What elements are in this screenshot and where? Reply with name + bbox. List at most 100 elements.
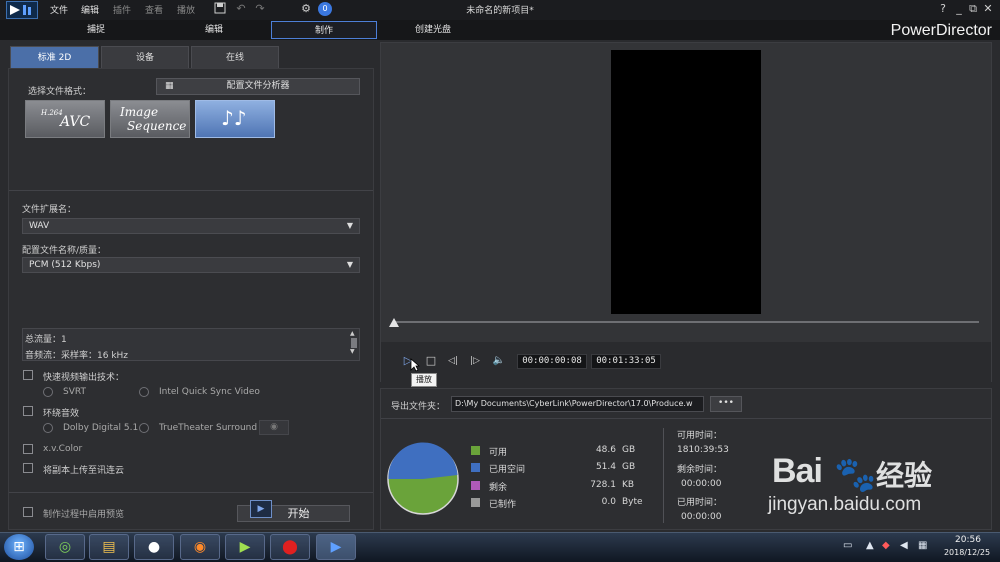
app-logo xyxy=(6,1,38,19)
profile-analyzer-button[interactable]: ▦ 配置文件分析器 xyxy=(156,78,360,95)
current-timecode[interactable]: 00:00:00:08 xyxy=(517,354,587,369)
tray-arrow-icon[interactable]: ▲ xyxy=(866,540,874,551)
available-time-value: 1810:39:53 xyxy=(677,445,729,455)
legend-value: 728.1 xyxy=(590,480,616,490)
legend-swatch xyxy=(471,446,480,455)
info-scrollbar[interactable]: ▲ ▼ xyxy=(350,330,358,360)
clock-date[interactable]: 2018/12/25 xyxy=(938,548,996,557)
dolby-radio[interactable] xyxy=(43,423,53,433)
tab-produce[interactable]: 制作 xyxy=(271,21,377,39)
play-tooltip: 播放 xyxy=(411,373,437,387)
windows-start-icon[interactable]: ⊞ xyxy=(4,534,34,560)
menu-plugins[interactable]: 插件 xyxy=(113,3,131,16)
output-path-field[interactable]: D:\My Documents\CyberLink\PowerDirector\… xyxy=(451,396,704,412)
legend-swatch xyxy=(471,481,480,490)
menu-file[interactable]: 文件 xyxy=(50,3,68,16)
xvcolor-label: x.v.Color xyxy=(43,444,83,454)
save-icon[interactable] xyxy=(213,2,227,16)
powerdirector-window: 文件 编辑 插件 查看 播放 ↶ ↷ ⚙ 0 未命名的新项目* ? _ ⧉ ✕ … xyxy=(0,0,1000,562)
next-frame-icon[interactable]: |▷ xyxy=(468,354,482,368)
menu-view[interactable]: 查看 xyxy=(145,3,163,16)
music-note-icon: ♪♪ xyxy=(221,106,247,130)
legend-unit: GB xyxy=(622,445,636,455)
legend-value: 0.0 xyxy=(601,497,616,507)
legend-unit: Byte xyxy=(622,497,643,507)
eye-icon: ◉ xyxy=(270,422,278,432)
tray-network-icon[interactable]: ▦ xyxy=(918,540,927,551)
tab-create-disc[interactable]: 创建光盘 xyxy=(378,21,488,39)
tray-security-icon[interactable]: ◆ xyxy=(882,540,890,551)
format-label: 选择文件格式： xyxy=(28,87,92,97)
chevron-down-icon: ▼ xyxy=(346,260,353,269)
taskbar-360-icon[interactable]: ◎ xyxy=(45,534,85,560)
pie-slice-used xyxy=(388,442,458,479)
truetheater-radio[interactable] xyxy=(139,423,149,433)
profile-select[interactable]: PCM (512 Kbps) ▼ xyxy=(22,257,360,273)
clock-time[interactable]: 20:56 xyxy=(942,535,994,545)
minimize-icon[interactable]: _ xyxy=(952,2,966,15)
mouse-cursor-icon xyxy=(410,358,421,375)
extension-value: WAV xyxy=(29,221,50,231)
notification-icon[interactable]: 0 xyxy=(318,2,332,16)
browse-button[interactable]: ••• xyxy=(710,396,742,412)
redo-icon[interactable]: ↷ xyxy=(253,2,267,16)
paw-icon: 🐾 xyxy=(834,455,877,495)
upload-cloud-checkbox[interactable] xyxy=(23,463,33,473)
svrt-radio[interactable] xyxy=(43,387,53,397)
format-avc-button[interactable]: H.264 AVC xyxy=(25,100,105,138)
tab-device[interactable]: 设备 xyxy=(101,46,189,68)
stream-total: 总流量：1 xyxy=(25,335,67,345)
volume-icon[interactable]: 🔈 xyxy=(492,354,506,368)
fast-render-checkbox[interactable] xyxy=(23,370,33,380)
format-image-sequence-button[interactable]: Image Sequence xyxy=(110,100,190,138)
timeline-slider[interactable] xyxy=(393,321,979,323)
legend-swatch xyxy=(471,463,480,472)
elapsed-time-value: 00:00:00 xyxy=(681,512,722,522)
remaining-time-value: 00:00:00 xyxy=(681,479,722,489)
upload-cloud-label: 将副本上传至讯连云 xyxy=(43,466,125,476)
tray-volume-icon[interactable]: ◀ xyxy=(900,540,908,551)
xvcolor-checkbox[interactable] xyxy=(23,444,33,454)
settings-icon[interactable]: ⚙ xyxy=(299,2,313,16)
taskbar-recorder-icon[interactable]: ⬤ xyxy=(270,534,310,560)
tab-online[interactable]: 在线 xyxy=(191,46,279,68)
taskbar-app-icon[interactable]: ▶ xyxy=(225,534,265,560)
taskbar-explorer-icon[interactable]: ▤ xyxy=(89,534,129,560)
taskbar-powerdirector-icon[interactable]: ▶ xyxy=(316,534,356,560)
tray-keyboard-icon[interactable]: ▭ xyxy=(843,540,852,551)
surround-checkbox[interactable] xyxy=(23,406,33,416)
format-audio-button[interactable]: ♪♪ xyxy=(195,100,275,138)
tab-edit[interactable]: 编辑 xyxy=(158,21,270,39)
watermark-logo-cn: 经验 xyxy=(876,459,933,492)
menu-play[interactable]: 播放 xyxy=(177,3,195,16)
menu-edit[interactable]: 编辑 xyxy=(81,3,99,16)
playhead-handle[interactable] xyxy=(389,318,399,327)
tab-capture[interactable]: 捕捉 xyxy=(40,21,152,39)
surround-settings-button[interactable]: ◉ xyxy=(259,420,289,435)
stop-icon[interactable]: □ xyxy=(424,354,438,368)
audio-stream-info: 音频流：采样率：16 kHz xyxy=(25,351,129,361)
watermark-logo: Bai xyxy=(772,452,823,490)
preview-during-checkbox[interactable] xyxy=(23,507,33,517)
fast-render-label: 快速视频输出技术： xyxy=(43,373,125,383)
extension-label: 文件扩展名： xyxy=(22,205,77,215)
taskbar-qq-icon[interactable]: ● xyxy=(134,534,174,560)
close-icon[interactable]: ✕ xyxy=(981,2,995,15)
analyzer-icon: ▦ xyxy=(165,81,174,91)
help-icon[interactable]: ? xyxy=(936,2,950,15)
extension-select[interactable]: WAV ▼ xyxy=(22,218,360,234)
restore-icon[interactable]: ⧉ xyxy=(966,2,980,16)
total-timecode: 00:01:33:05 xyxy=(591,354,661,369)
dolby-label: Dolby Digital 5.1 xyxy=(63,423,139,433)
image-text: Image xyxy=(120,105,159,119)
taskbar-firefox-icon[interactable]: ◉ xyxy=(180,534,220,560)
undo-icon[interactable]: ↶ xyxy=(234,2,248,16)
legend-label: 已制作 xyxy=(489,500,517,510)
profile-analyzer-label: 配置文件分析器 xyxy=(226,81,290,91)
tab-standard-2d[interactable]: 标准 2D xyxy=(10,46,99,68)
legend-label: 可用 xyxy=(489,448,508,458)
profile-label: 配置文件名称/质量： xyxy=(22,246,107,256)
intel-qsv-radio[interactable] xyxy=(139,387,149,397)
previous-frame-icon[interactable]: ◁| xyxy=(446,354,460,368)
intel-qsv-label: Intel Quick Sync Video xyxy=(159,387,260,397)
